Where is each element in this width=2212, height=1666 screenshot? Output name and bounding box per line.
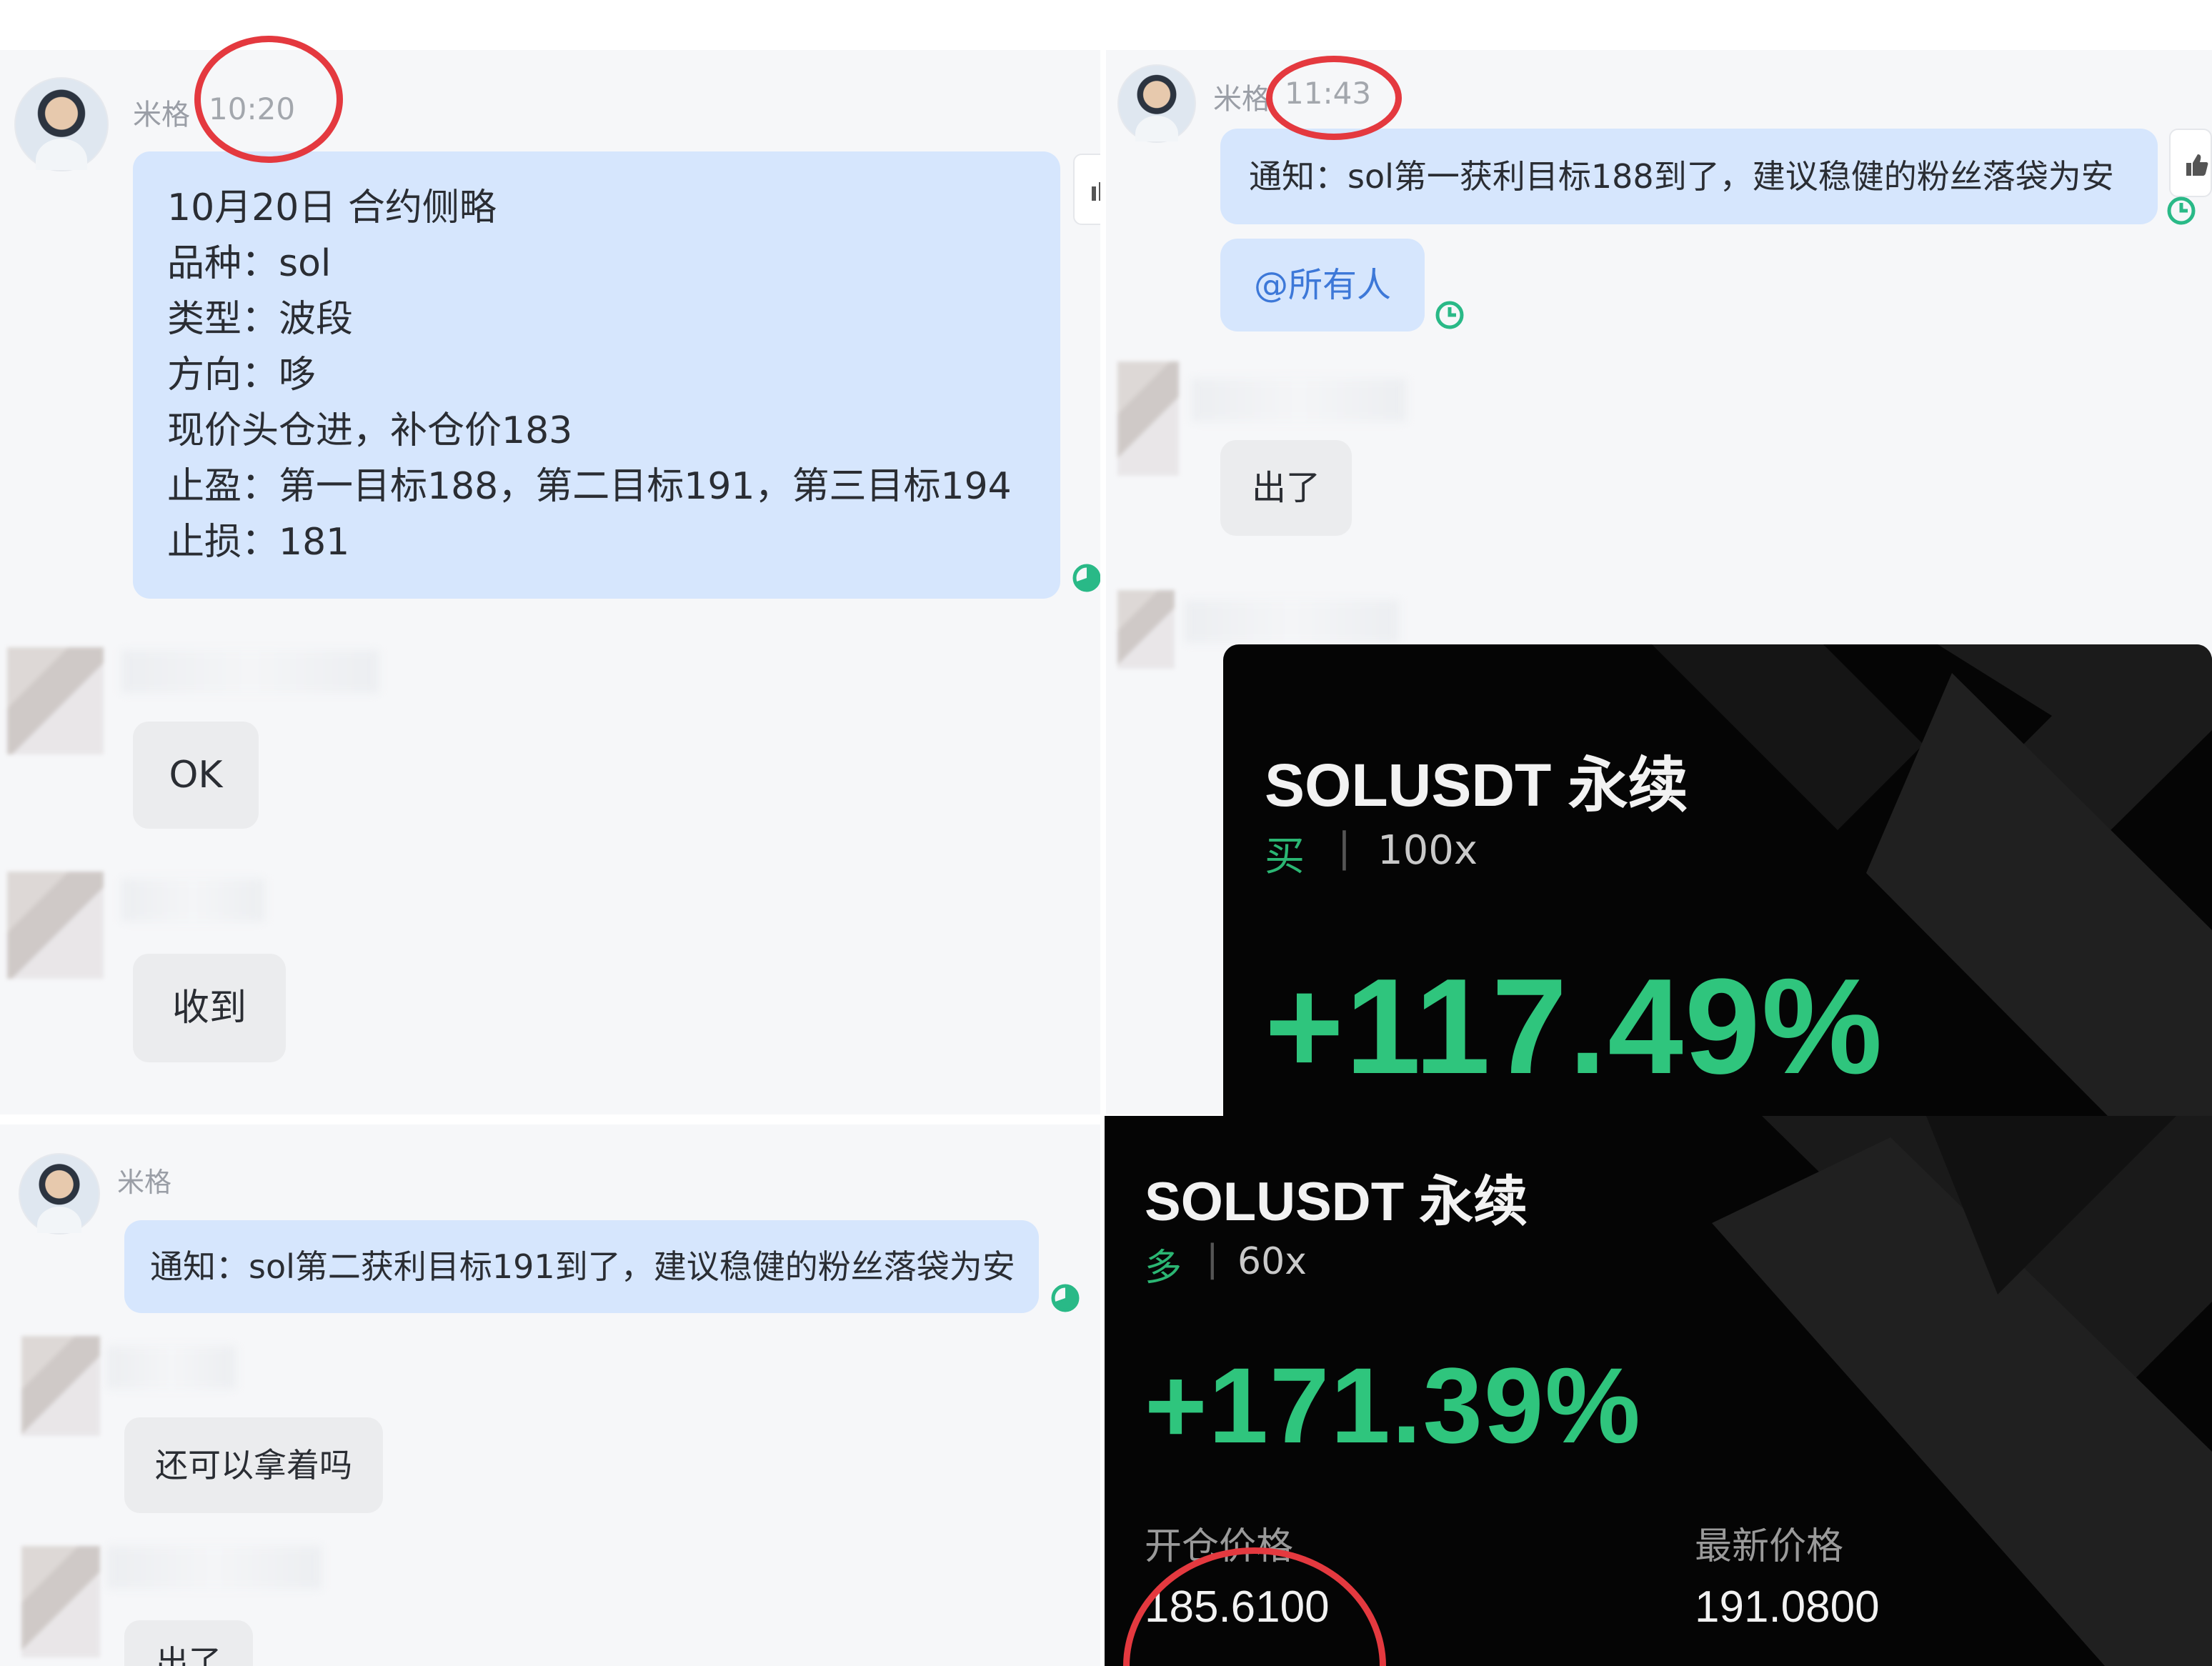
latest-price-label: 最新价格 bbox=[1695, 1525, 1844, 1568]
pnl-card-bottom: SOLUSDT 永续 多 | 60x +171.39% 开仓价格 185.610… bbox=[1105, 1116, 2212, 1666]
signal-line: 现价头仓进，补仓价183 bbox=[167, 409, 573, 452]
thumbs-up-icon bbox=[2186, 154, 2208, 176]
reply-bubble-ok[interactable]: OK bbox=[133, 722, 259, 829]
member-avatar-blurred bbox=[7, 872, 104, 979]
sender-avatar[interactable] bbox=[14, 77, 109, 171]
card-leverage: 60x bbox=[1237, 1240, 1307, 1283]
open-price-value: 185.6100 bbox=[1145, 1582, 1330, 1632]
member-avatar-blurred bbox=[1117, 590, 1175, 669]
reply-bubble-out[interactable]: 出了 bbox=[1220, 440, 1352, 536]
notice-message-bubble[interactable]: 通知：sol第二获利目标191到了，建议稳健的粉丝落袋为安 bbox=[124, 1220, 1039, 1313]
sender-name: 米格 bbox=[1213, 83, 1270, 116]
reaction-button[interactable] bbox=[2169, 129, 2212, 197]
read-status-icon bbox=[2167, 196, 2196, 225]
member-name-blurred bbox=[121, 879, 264, 922]
reaction-button[interactable] bbox=[1073, 154, 1100, 225]
signal-line: 止盈：第一目标188，第二目标191，第三目标194 bbox=[167, 465, 1012, 508]
member-avatar-blurred bbox=[1117, 361, 1179, 476]
sender-avatar[interactable] bbox=[19, 1153, 100, 1234]
card-title: SOLUSDT 永续 bbox=[1145, 1172, 1528, 1232]
member-name-blurred bbox=[107, 1346, 236, 1389]
mention-all-link[interactable]: @所有人 bbox=[1254, 257, 1391, 313]
member-avatar-blurred bbox=[7, 647, 104, 754]
read-status-icon bbox=[1051, 1284, 1080, 1312]
message-time: 11:43 bbox=[1285, 76, 1372, 111]
sender-name: 米格 bbox=[117, 1167, 172, 1198]
message-time: 10:20 bbox=[209, 91, 296, 126]
reply-bubble-received[interactable]: 收到 bbox=[133, 954, 286, 1062]
open-price-label: 开仓价格 bbox=[1145, 1525, 1294, 1568]
card-pnl-percentage: +171.39% bbox=[1145, 1345, 1642, 1465]
member-name-blurred bbox=[1185, 600, 1399, 643]
card-pnl-percentage: +117.49% bbox=[1265, 951, 1884, 1102]
card-side: 多 bbox=[1145, 1247, 1182, 1290]
thumbs-up-icon bbox=[1092, 182, 1100, 201]
read-status-icon bbox=[1072, 564, 1100, 592]
member-name-blurred bbox=[107, 1546, 322, 1589]
chat-panel-top-left: 米格 10:20 10月20日 合约侧略 品种：sol 类型：波段 方向：哆 现… bbox=[0, 50, 1100, 1114]
mention-bubble[interactable]: @所有人 bbox=[1220, 239, 1425, 331]
card-separator: | bbox=[1337, 824, 1351, 871]
notice-message-bubble[interactable]: 通知：sol第一获利目标188到了，建议稳健的粉丝落袋为安 bbox=[1220, 129, 2158, 224]
sender-avatar[interactable] bbox=[1117, 64, 1196, 143]
sender-name: 米格 bbox=[133, 99, 190, 131]
read-status-icon bbox=[1435, 301, 1464, 329]
member-avatar-blurred bbox=[21, 1546, 100, 1657]
pnl-card-top: SOLUSDT 永续 买 | 100x +117.49% bbox=[1223, 644, 2212, 1117]
notice-text: 通知：sol第一获利目标188到了，建议稳健的粉丝落袋为安 bbox=[1249, 157, 2114, 196]
member-name-blurred bbox=[1192, 379, 1406, 422]
card-side: 买 bbox=[1265, 834, 1305, 880]
member-name-blurred bbox=[121, 650, 379, 693]
notice-text: 通知：sol第二获利目标191到了，建议稳健的粉丝落袋为安 bbox=[150, 1247, 1015, 1286]
signal-message-bubble[interactable]: 10月20日 合约侧略 品种：sol 类型：波段 方向：哆 现价头仓进，补仓价1… bbox=[133, 151, 1060, 599]
card-leverage: 100x bbox=[1377, 827, 1478, 874]
chat-panel-bottom-left: 米格 通知：sol第二获利目标191到了，建议稳健的粉丝落袋为安 还可以拿着吗 … bbox=[0, 1124, 1100, 1666]
signal-line: 类型：波段 bbox=[167, 298, 354, 341]
signal-line: 止损：181 bbox=[167, 521, 350, 564]
member-avatar-blurred bbox=[21, 1336, 100, 1436]
signal-line: 方向：哆 bbox=[167, 354, 317, 396]
card-separator: | bbox=[1206, 1237, 1219, 1280]
latest-price-value: 191.0800 bbox=[1695, 1582, 1880, 1632]
reply-bubble-can-hold[interactable]: 还可以拿着吗 bbox=[124, 1417, 383, 1513]
signal-line: 10月20日 合约侧略 bbox=[167, 186, 497, 229]
signal-line: 品种：sol bbox=[167, 242, 332, 285]
reply-bubble-out[interactable]: 出了 bbox=[124, 1620, 253, 1666]
card-title: SOLUSDT 永续 bbox=[1265, 752, 1688, 819]
